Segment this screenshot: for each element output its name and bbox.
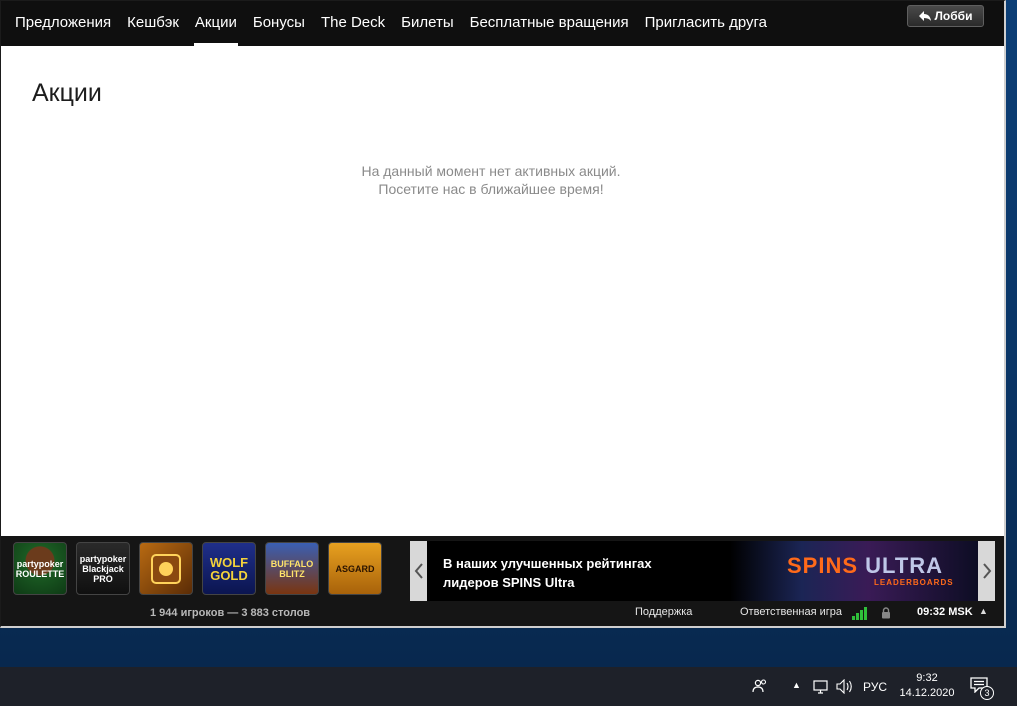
tab-offers[interactable]: Предложения bbox=[7, 1, 119, 46]
volume-icon[interactable] bbox=[836, 679, 854, 694]
tab-promotions[interactable]: Акции bbox=[187, 1, 245, 46]
tab-bonuses[interactable]: Бонусы bbox=[245, 1, 313, 46]
bottom-bar: partypoker ROULETTE partypoker Blackjack P… bbox=[1, 536, 1004, 626]
responsible-gaming-link[interactable]: Ответственная игра bbox=[740, 606, 842, 618]
support-link[interactable]: Поддержка bbox=[635, 606, 692, 618]
system-date: 14.12.2020 bbox=[899, 687, 955, 699]
back-arrow-icon bbox=[918, 11, 931, 21]
banner-text: В наших улучшенных рейтингах лидеров SPI… bbox=[443, 554, 652, 592]
windows-taskbar: ▲ РУС 9:32 14.12.2020 3 bbox=[0, 667, 1017, 706]
game-brand: WOLF bbox=[209, 554, 249, 570]
game-roulette-tile[interactable]: partypoker ROULETTE bbox=[13, 542, 67, 595]
game-name: ASGARD bbox=[335, 563, 375, 574]
logo-subtitle: LEADERBOARDS bbox=[874, 578, 954, 587]
page-title: Акции bbox=[32, 79, 102, 107]
game-blackjack-tile[interactable]: partypoker Blackjack PRO bbox=[76, 542, 130, 595]
logo-ultra: ULTRA bbox=[865, 553, 944, 578]
connection-signal-icon bbox=[852, 607, 867, 620]
game-brand: partypoker bbox=[79, 553, 127, 564]
top-navigation: Предложения Кешбэк Акции Бонусы The Deck… bbox=[1, 1, 1004, 46]
banner-content[interactable]: В наших улучшенных рейтингах лидеров SPI… bbox=[427, 541, 978, 601]
banner-next-button[interactable] bbox=[978, 541, 995, 601]
logo-spins: SPINS bbox=[787, 553, 859, 578]
tab-cashback[interactable]: Кешбэк bbox=[119, 1, 187, 46]
lock-icon bbox=[882, 607, 890, 619]
server-clock: 09:32 MSK bbox=[917, 606, 973, 618]
notification-count-badge: 3 bbox=[980, 686, 994, 700]
status-row: Поддержка Ответственная игра 09:32 MSK ▲ bbox=[1, 606, 1004, 622]
nav-tabs: Предложения Кешбэк Акции Бонусы The Deck… bbox=[1, 1, 775, 46]
game-name: Blackjack PRO bbox=[82, 563, 124, 584]
banner-line-2: лидеров SPINS Ultra bbox=[443, 575, 575, 590]
spins-ultra-logo: SPINS ULTRA bbox=[787, 553, 943, 579]
game-name: BLITZ bbox=[279, 568, 305, 579]
banner-line-1: В наших улучшенных рейтингах bbox=[443, 556, 652, 571]
game-brand: BUFFALO bbox=[270, 558, 314, 569]
game-wolf-gold-tile[interactable]: WOLF GOLD bbox=[202, 542, 256, 595]
empty-state-line-2: Посетите нас в ближайшее время! bbox=[378, 181, 604, 197]
tab-the-deck[interactable]: The Deck bbox=[313, 1, 393, 46]
show-hidden-icons-icon[interactable]: ▲ bbox=[792, 680, 801, 690]
tab-tickets[interactable]: Билеты bbox=[393, 1, 461, 46]
system-time: 9:32 bbox=[916, 672, 938, 684]
game-slot-tile[interactable] bbox=[139, 542, 193, 595]
game-asgard-tile[interactable]: ASGARD bbox=[328, 542, 382, 595]
main-content: Акции На данный момент нет активных акци… bbox=[1, 46, 1004, 536]
chevron-left-icon bbox=[414, 563, 423, 579]
game-name: GOLD bbox=[210, 567, 248, 583]
tab-free-spins[interactable]: Бесплатные вращения bbox=[462, 1, 637, 46]
game-brand: partypoker bbox=[16, 558, 64, 569]
slot-artwork-icon bbox=[151, 553, 181, 584]
lobby-button[interactable]: Лобби bbox=[907, 5, 984, 27]
app-window: Предложения Кешбэк Акции Бонусы The Deck… bbox=[0, 0, 1006, 628]
promo-banner: В наших улучшенных рейтингах лидеров SPI… bbox=[410, 541, 995, 601]
empty-state-message: На данный момент нет активных акций. Пос… bbox=[1, 162, 981, 198]
banner-prev-button[interactable] bbox=[410, 541, 427, 601]
network-icon[interactable] bbox=[812, 679, 830, 694]
input-language[interactable]: РУС bbox=[863, 680, 887, 694]
game-buffalo-blitz-tile[interactable]: BUFFALO BLITZ bbox=[265, 542, 319, 595]
empty-state-line-1: На данный момент нет активных акций. bbox=[361, 163, 621, 179]
chevron-right-icon bbox=[982, 563, 991, 579]
game-name: ROULETTE bbox=[15, 568, 65, 579]
game-shortcuts: partypoker ROULETTE partypoker Blackjack P… bbox=[13, 542, 382, 595]
lobby-label: Лобби bbox=[934, 9, 973, 23]
caret-up-icon[interactable]: ▲ bbox=[979, 606, 988, 616]
people-icon[interactable] bbox=[752, 678, 768, 694]
system-clock[interactable]: 9:32 14.12.2020 bbox=[898, 671, 956, 701]
tab-invite-friend[interactable]: Пригласить друга bbox=[637, 1, 775, 46]
